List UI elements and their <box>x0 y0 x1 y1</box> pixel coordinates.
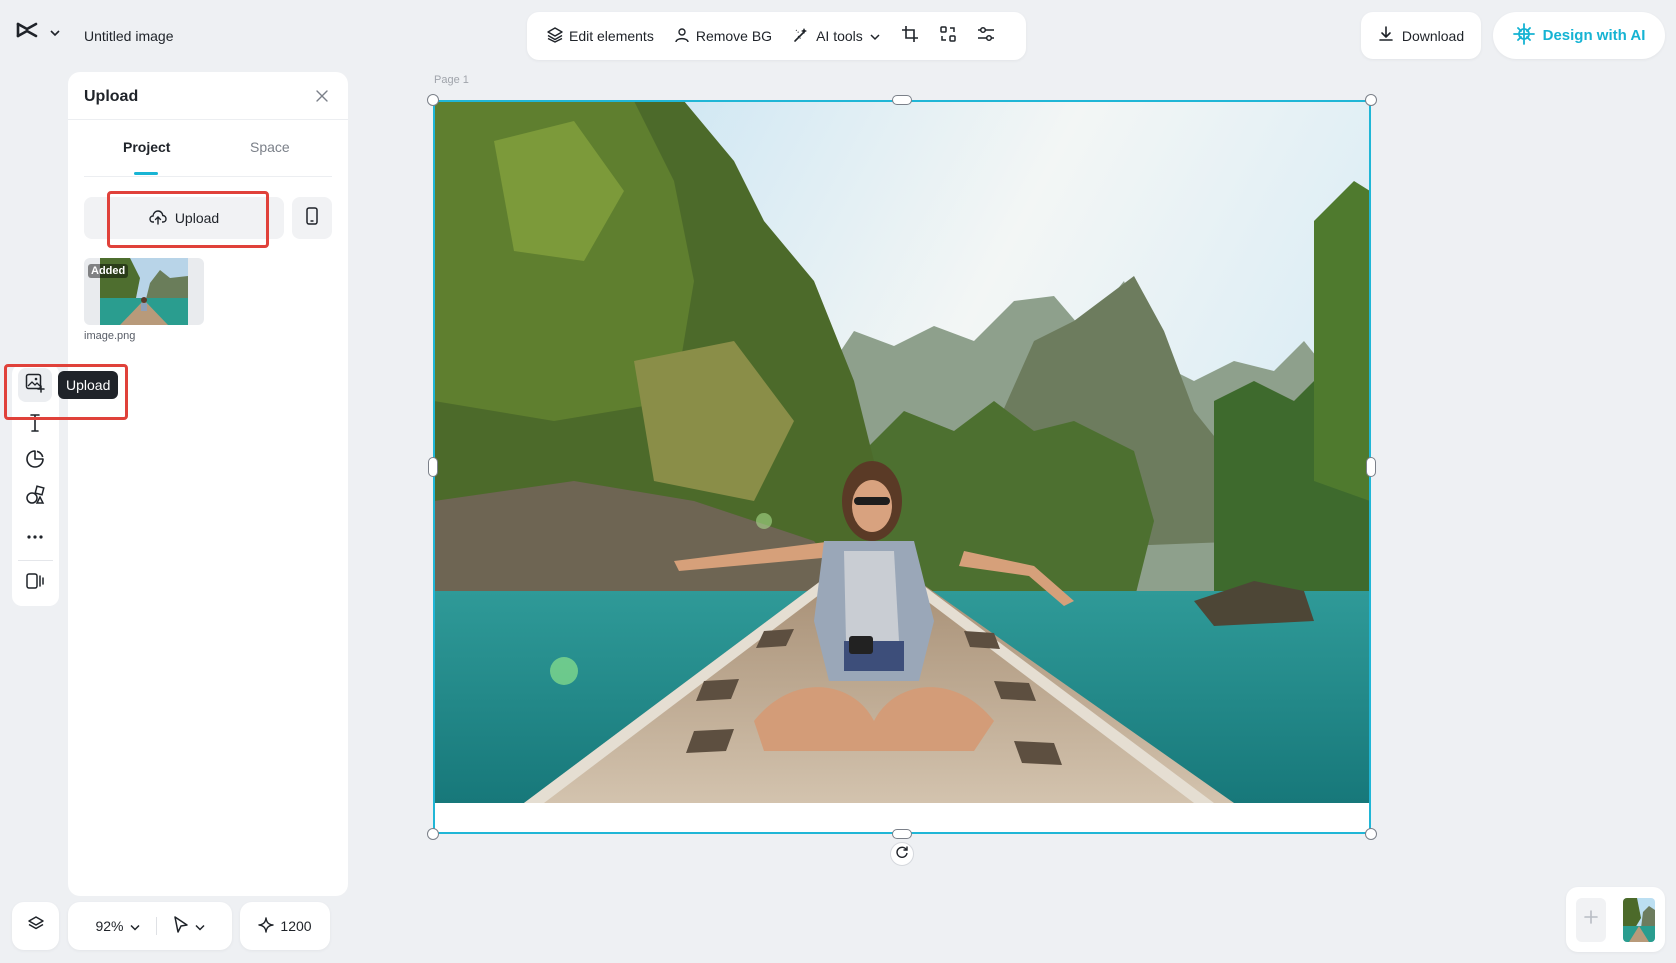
divider <box>155 917 157 935</box>
sparkle-icon <box>258 916 275 936</box>
credits-value: 1200 <box>280 918 312 934</box>
design-with-ai-label: Design with AI <box>1542 27 1646 44</box>
magic-wand-icon <box>792 26 810 47</box>
shapes-icon <box>25 449 45 474</box>
asset-filename: image.png <box>84 330 136 342</box>
crop-icon <box>901 25 919 48</box>
download-icon <box>1378 26 1394 45</box>
element-toolbar: Edit elements Remove BG AI tools <box>527 12 1026 60</box>
panel-divider <box>68 119 348 120</box>
rail-shapes-button[interactable] <box>18 444 52 478</box>
design-with-ai-button[interactable]: Design with AI <box>1493 12 1665 59</box>
resize-handle-top[interactable] <box>892 95 912 105</box>
chevron-down-icon <box>129 918 140 934</box>
adjust-button[interactable] <box>969 19 1003 53</box>
close-icon <box>316 89 328 107</box>
highlight-upload-button <box>107 191 269 248</box>
remove-bg-button[interactable]: Remove BG <box>666 21 780 52</box>
rail-more-button[interactable] <box>18 518 52 552</box>
download-label: Download <box>1401 27 1465 44</box>
ai-tools-label: AI tools <box>816 28 863 44</box>
layers-icon <box>27 915 45 938</box>
tab-project[interactable]: Project <box>123 139 170 155</box>
cursor-pointer-icon <box>173 915 189 937</box>
page-thumbnail-image <box>1623 897 1655 942</box>
remove-bg-label: Remove BG <box>695 28 773 44</box>
zoom-value: 92% <box>95 918 124 934</box>
tabs-divider <box>84 176 332 177</box>
plugins-icon <box>25 572 45 595</box>
rotate-icon <box>895 845 909 864</box>
adjust-sliders-icon <box>977 25 995 48</box>
elements-icon <box>25 484 45 510</box>
resize-handle-bottom-left[interactable] <box>427 828 439 840</box>
resize-handle-bottom-right[interactable] <box>1365 828 1377 840</box>
document-title[interactable]: Untitled image <box>76 22 182 50</box>
edit-elements-label: Edit elements <box>569 28 654 44</box>
canvas-image[interactable] <box>434 101 1370 803</box>
boat-lake-photo <box>434 101 1370 803</box>
upload-from-phone-button[interactable] <box>292 197 332 239</box>
resize-handle-top-left[interactable] <box>427 94 439 106</box>
rotate-handle[interactable] <box>890 842 914 866</box>
chevron-down-icon <box>194 918 205 934</box>
rail-divider <box>18 560 53 561</box>
resize-handle-bottom[interactable] <box>892 829 912 839</box>
more-icon <box>27 526 43 544</box>
active-tab-indicator <box>134 172 158 175</box>
download-button[interactable]: Download <box>1361 12 1481 59</box>
app-menu-button[interactable] <box>16 20 60 45</box>
zoom-controls: 92% <box>68 902 232 950</box>
ai-tools-button[interactable]: AI tools <box>784 20 889 53</box>
layers-button[interactable] <box>12 902 59 950</box>
phone-icon <box>306 206 318 230</box>
highlight-rail-upload <box>4 364 128 420</box>
chevron-down-icon <box>869 28 881 44</box>
ai-sparkle-icon <box>1512 22 1535 49</box>
plus-icon <box>1584 910 1598 929</box>
page-thumbnail[interactable] <box>1623 897 1655 942</box>
zoom-dropdown[interactable]: 92% <box>89 914 145 938</box>
rail-elements-button[interactable] <box>18 480 52 514</box>
resize-handle-right[interactable] <box>1366 457 1376 477</box>
page-navigator <box>1566 887 1665 952</box>
layers-icon <box>547 26 563 46</box>
capcut-logo-icon <box>16 20 38 45</box>
smart-resize-button[interactable] <box>931 19 965 53</box>
rail-plugins-button[interactable] <box>18 566 52 600</box>
smart-resize-icon <box>939 25 957 48</box>
resize-handle-left[interactable] <box>428 457 438 477</box>
crop-button[interactable] <box>893 19 927 53</box>
resize-handle-top-right[interactable] <box>1365 94 1377 106</box>
chevron-down-icon <box>50 24 60 42</box>
edit-elements-button[interactable]: Edit elements <box>539 21 662 52</box>
tab-space[interactable]: Space <box>250 139 290 155</box>
pointer-mode-dropdown[interactable] <box>167 912 211 941</box>
page-label: Page 1 <box>434 74 469 86</box>
uploaded-asset-thumbnail[interactable]: Added <box>84 258 204 325</box>
added-badge: Added <box>88 264 129 278</box>
person-icon <box>674 27 690 46</box>
close-panel-button[interactable] <box>310 86 334 110</box>
add-page-button[interactable] <box>1576 897 1606 942</box>
panel-title: Upload <box>84 88 139 105</box>
credits-button[interactable]: 1200 <box>240 902 330 950</box>
